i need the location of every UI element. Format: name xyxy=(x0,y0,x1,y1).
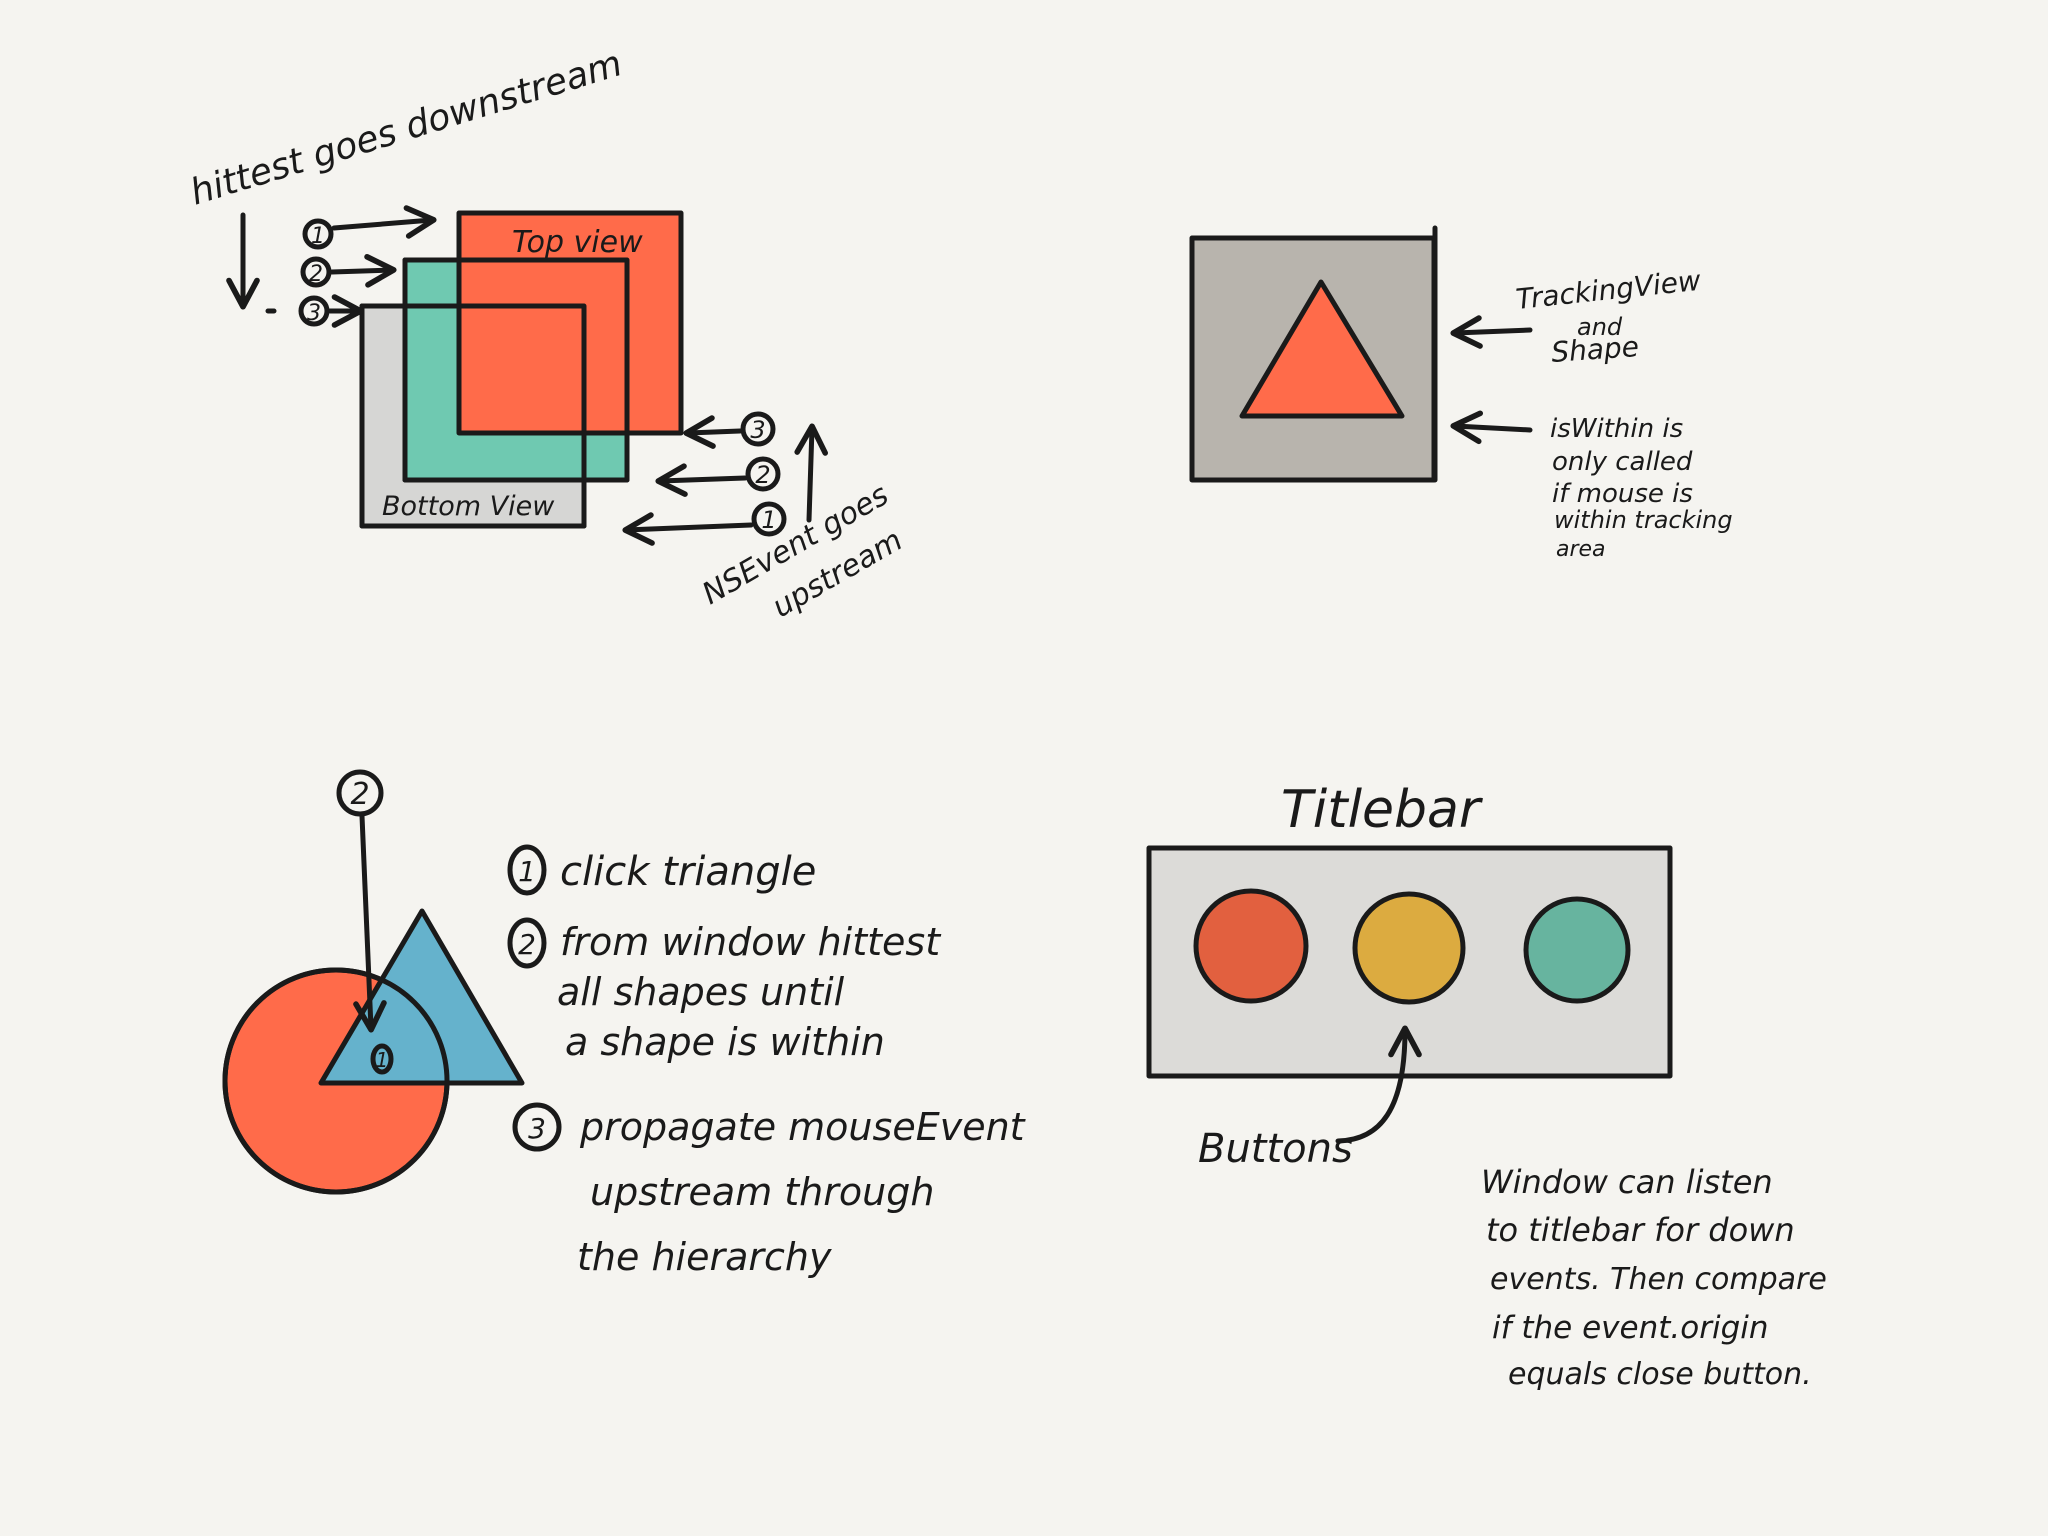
upstream-arrow xyxy=(794,423,828,523)
step-2-num: 2 xyxy=(518,928,536,961)
note-line4: if the event.origin xyxy=(1492,1310,1769,1346)
left-marker-3: 3 xyxy=(307,301,321,326)
step-1-num: 1 xyxy=(518,855,536,888)
step-2-line2: all shapes until xyxy=(557,970,845,1014)
note-line1: Window can listen xyxy=(1481,1163,1773,1201)
click-triangle-panel: 2 1 1 click triangle 2 from window hitte… xyxy=(222,769,1027,1279)
tracking-view-panel: TrackingView and Shape isWithin is only … xyxy=(1189,225,1733,562)
right-arrow-3 xyxy=(683,415,743,449)
right-marker-3: 3 xyxy=(750,416,765,444)
buttons-label: Buttons xyxy=(1198,1126,1353,1172)
close-button-circle xyxy=(1193,888,1309,1004)
tracking-label-line1: TrackingView xyxy=(1514,264,1702,316)
right-marker-2: 2 xyxy=(755,461,770,489)
iswithin-line5: area xyxy=(1556,537,1606,562)
step-1-line1: click triangle xyxy=(560,849,816,895)
note-line5: equals close button. xyxy=(1508,1357,1812,1392)
step-3-num: 3 xyxy=(528,1112,546,1145)
note-line3: events. Then compare xyxy=(1490,1262,1827,1297)
hittest-label: hittest goes downstream xyxy=(186,43,627,213)
sketch-canvas: hittest goes downstream Top view Bottom … xyxy=(186,43,1827,1392)
iswithin-line3: if mouse is xyxy=(1552,479,1693,509)
iswithin-line2: only called xyxy=(1552,447,1693,477)
step-3-line3: the hierarchy xyxy=(577,1235,832,1279)
right-arrow-2 xyxy=(655,463,748,497)
bottom-view-label: Bottom View xyxy=(382,491,555,522)
left-arrow-1 xyxy=(331,205,437,239)
step-3-line1: propagate mouseEvent xyxy=(579,1105,1027,1149)
iswithin-line1: isWithin is xyxy=(1550,414,1683,444)
step-2-line1: from window hittest xyxy=(560,920,942,964)
titlebar-panel: Titlebar Buttons Window can listen to ti… xyxy=(1146,780,1827,1392)
top-view-label: Top view xyxy=(512,225,643,260)
right-marker-1: 1 xyxy=(761,506,776,534)
note-line2: to titlebar for down xyxy=(1486,1211,1795,1249)
titlebar-title: Titlebar xyxy=(1281,780,1484,840)
step-2-line3: a shape is within xyxy=(565,1020,885,1064)
step-3-line2: upstream through xyxy=(590,1170,934,1214)
tracking-view-arrow xyxy=(1450,315,1533,349)
left-arrow-2 xyxy=(329,254,397,288)
tracking-label-line3: Shape xyxy=(1550,330,1640,369)
left-marker-1: 1 xyxy=(311,224,325,249)
right-arrow-1 xyxy=(622,512,754,546)
iswithin-arrow xyxy=(1450,410,1533,445)
left-marker-2: 2 xyxy=(309,262,323,287)
view-hierarchy-panel: hittest goes downstream Top view Bottom … xyxy=(186,43,909,625)
zoom-button-circle xyxy=(1523,896,1631,1004)
minimize-button-circle xyxy=(1352,891,1466,1005)
marker-1: 1 xyxy=(376,1048,389,1072)
iswithin-line4: within tracking xyxy=(1554,506,1733,534)
marker-2: 2 xyxy=(350,777,369,812)
